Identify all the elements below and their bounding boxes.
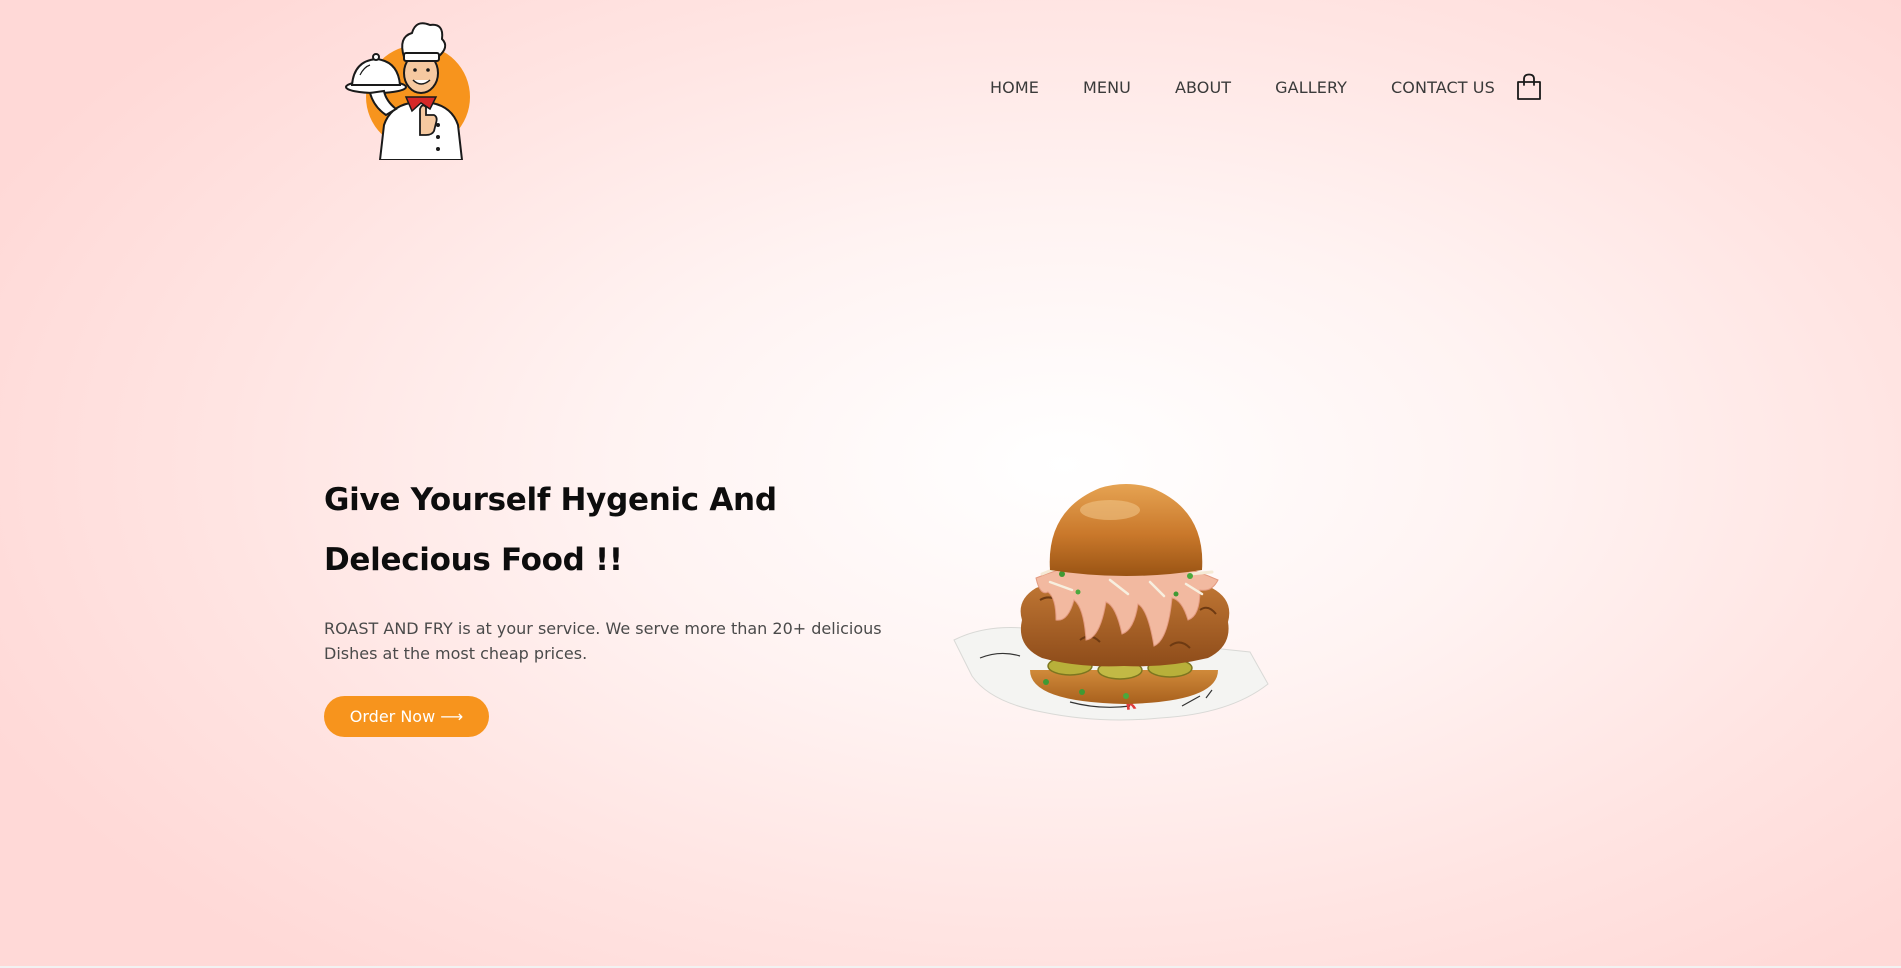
hero-title: Give Yourself Hygenic And Delecious Food… [324,470,844,590]
nav-gallery[interactable]: GALLERY [1275,78,1347,97]
nav-home[interactable]: HOME [990,78,1039,97]
hero-title-line-2: Delecious Food !! [324,542,623,578]
hero-title-line-1: Give Yourself Hygenic And [324,482,777,518]
order-now-button[interactable]: Order Now ⟶ [324,696,489,737]
fried-chicken-burger-image: R [950,470,1300,730]
chef-logo[interactable] [340,15,480,161]
main-nav: HOME MENU ABOUT GALLERY CONTACT US [990,78,1495,97]
nav-about[interactable]: ABOUT [1175,78,1231,97]
shopping-bag-icon[interactable] [1516,73,1542,101]
chef-logo-image [345,22,470,161]
nav-menu[interactable]: MENU [1083,78,1131,97]
hero-description: ROAST AND FRY is at your service. We ser… [324,619,882,663]
nav-contact-us[interactable]: CONTACT US [1391,78,1495,97]
